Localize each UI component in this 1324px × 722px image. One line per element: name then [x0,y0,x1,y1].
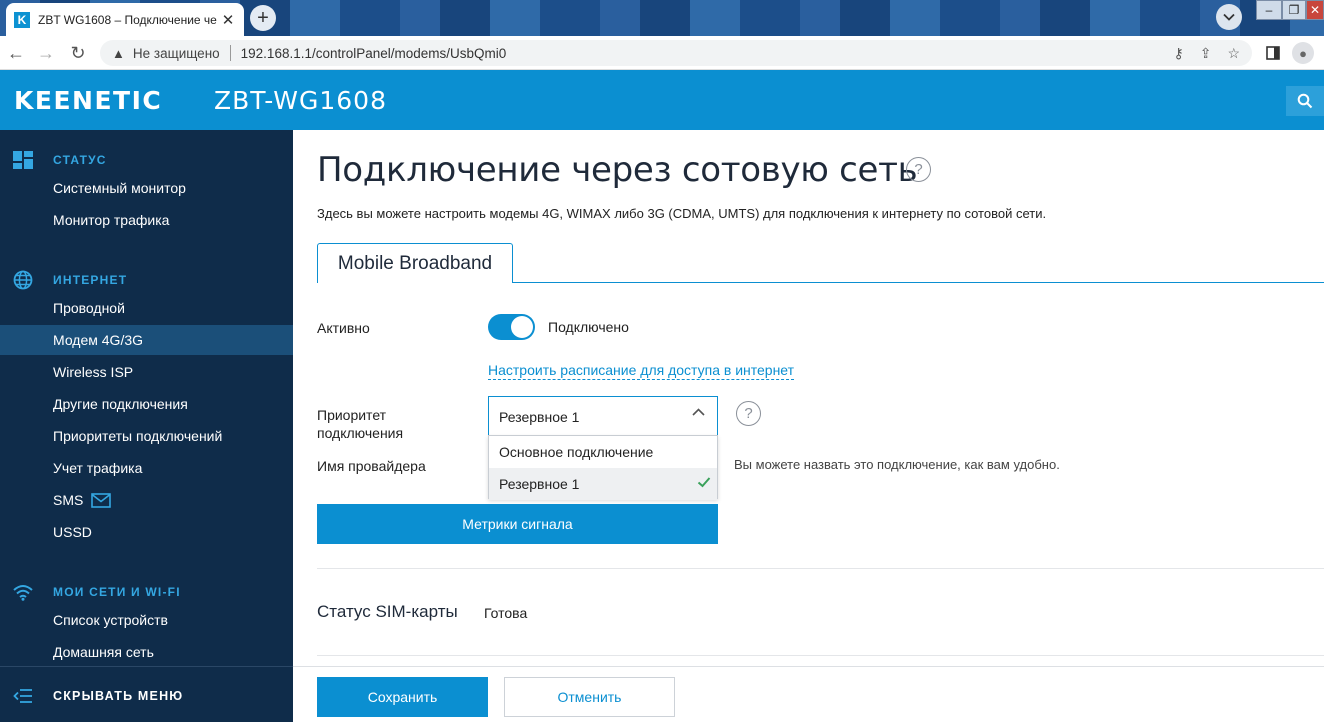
sidebar-item-traffic-monitor[interactable]: Монитор трафика [0,205,293,235]
sidebar-item-modem[interactable]: Модем 4G/3G [0,325,293,355]
brand-logo[interactable]: KEENETIC [14,86,162,115]
tab-search-button[interactable] [1216,4,1242,30]
side-panel-icon[interactable] [1262,42,1284,64]
chevron-up-icon [692,408,705,416]
bookmark-star-icon[interactable]: ☆ [1227,45,1240,62]
tab-title: ZBT WG1608 – Подключение че [38,12,217,27]
key-icon[interactable]: ⚷ [1173,45,1183,62]
sidebar-section-networks: МОИ СЕТИ И WI-FI [0,582,293,602]
priority-help-icon[interactable]: ? [736,401,761,426]
sidebar-item-label: SMS [53,492,84,508]
sidebar-item-sms[interactable]: SMS [0,485,293,515]
sidebar-item-device-list[interactable]: Список устройств [0,605,293,635]
tab-close-icon[interactable]: ✕ [220,11,236,29]
new-tab-button[interactable]: + [250,5,276,31]
sidebar-section-internet: ИНТЕРНЕТ [0,270,293,290]
tab-mobile-broadband[interactable]: Mobile Broadband [317,243,513,283]
sidebar-section-label: СТАТУС [53,153,107,167]
page-title: Подключение через сотовую сеть [317,150,918,190]
omnibox-actions: ⚷ ⇪ ☆ [1173,40,1240,66]
sidebar-item-wireless-isp[interactable]: Wireless ISP [0,357,293,387]
collapse-menu-button[interactable]: СКРЫВАТЬ МЕНЮ [0,684,293,708]
browser-tab[interactable]: K ZBT WG1608 – Подключение че ✕ [6,3,244,36]
sidebar-item-wired[interactable]: Проводной [0,293,293,323]
sidebar-divider [0,666,293,667]
device-model: ZBT-WG1608 [214,86,387,115]
sidebar-section-label: ИНТЕРНЕТ [53,273,128,287]
sidebar-item-ussd[interactable]: USSD [0,517,293,547]
envelope-icon [91,492,112,508]
security-status[interactable]: Не защищено [133,46,220,61]
checkmark-icon [697,477,711,488]
profile-avatar-icon[interactable]: ● [1292,42,1314,64]
sim-status-label: Статус SIM-карты [317,602,458,621]
address-bar[interactable]: ▲ Не защищено 192.168.1.1/controlPanel/m… [100,40,1252,66]
cancel-button[interactable]: Отменить [504,677,675,717]
section-divider [317,568,1324,569]
warning-triangle-icon[interactable]: ▲ [112,46,125,61]
window-restore-button[interactable]: ❐ [1282,0,1306,20]
section-divider [317,655,1324,656]
window-close-button[interactable]: ✕ [1306,0,1324,20]
dashboard-icon [12,150,34,170]
priority-select-value: Резервное 1 [499,408,580,425]
globe-icon [12,270,34,290]
sidebar-section-label: МОИ СЕТИ И WI-FI [53,585,181,599]
browser-toolbar: ← → ↻ ▲ Не защищено 192.168.1.1/controlP… [0,36,1324,70]
window-minimize-button[interactable]: ‒ [1256,0,1282,20]
reload-icon[interactable]: ↻ [66,41,90,65]
browser-tabstrip: K ZBT WG1608 – Подключение че ✕ + ‒ ❐ ✕ [0,0,1324,36]
url-separator [229,45,231,61]
footer-divider [293,666,1324,667]
save-button[interactable]: Сохранить [317,677,488,717]
url-text[interactable]: 192.168.1.1/controlPanel/modems/UsbQmi0 [241,46,507,61]
search-icon [1297,93,1313,109]
active-toggle[interactable] [488,314,535,340]
active-label: Активно [317,320,370,336]
collapse-menu-icon [12,686,34,706]
priority-label-line: подключения [317,425,404,441]
signal-metrics-button[interactable]: Метрики сигнала [317,504,718,544]
sidebar-item-traffic-accounting[interactable]: Учет трафика [0,453,293,483]
wifi-icon [12,582,34,602]
sidebar-item-home-network[interactable]: Домашняя сеть [0,637,293,667]
sim-status-value: Готова [484,605,528,621]
priority-dropdown: Основное подключение Резервное 1 [488,435,718,500]
sidebar-item-connection-priorities[interactable]: Приоритеты подключений [0,421,293,451]
main-content: Подключение через сотовую сеть ? Здесь в… [293,130,1324,722]
sidebar-item-other-connections[interactable]: Другие подключения [0,389,293,419]
sidebar: СТАТУС Системный монитор Монитор трафика… [0,130,293,722]
header-search-button[interactable] [1286,86,1324,116]
provider-hint: Вы можете назвать это подключение, как в… [734,457,1060,472]
dropdown-option-backup-1[interactable]: Резервное 1 [489,468,717,500]
dropdown-option-primary[interactable]: Основное подключение [489,436,717,468]
priority-select[interactable]: Резервное 1 [488,396,718,436]
sidebar-section-status: СТАТУС [0,150,293,170]
toggle-knob [511,316,533,338]
page-description: Здесь вы можете настроить модемы 4G, WIM… [317,206,1047,221]
schedule-link[interactable]: Настроить расписание для доступа в интер… [488,362,795,380]
back-arrow-icon[interactable]: ← [4,41,28,65]
keenetic-favicon-icon: K [14,11,30,28]
app-header: KEENETIC ZBT-WG1608 [0,70,1324,130]
forward-arrow-icon[interactable]: → [34,41,58,65]
help-icon[interactable]: ? [906,157,931,182]
chevron-down-icon [1223,13,1235,21]
share-icon[interactable]: ⇪ [1200,45,1212,62]
provider-label: Имя провайдера [317,458,426,474]
sidebar-item-system-monitor[interactable]: Системный монитор [0,173,293,203]
connection-state-text: Подключено [548,319,629,335]
collapse-menu-label: СКРЫВАТЬ МЕНЮ [53,689,184,703]
tab-underline [513,282,1324,283]
priority-label-line: Приоритет [317,407,387,423]
dropdown-option-label: Резервное 1 [499,476,580,492]
priority-label: Приоритет подключения [317,406,403,442]
